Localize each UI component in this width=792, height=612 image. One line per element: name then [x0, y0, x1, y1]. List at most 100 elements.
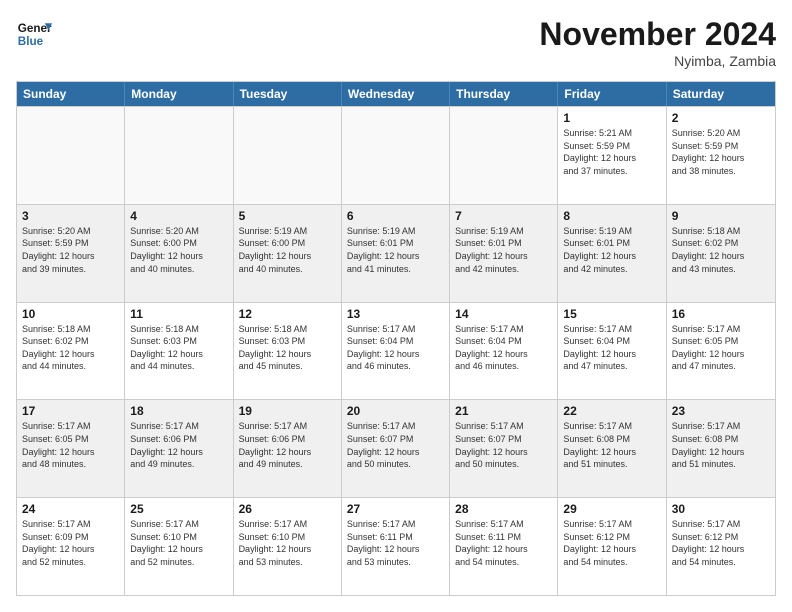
- day-info: Sunrise: 5:17 AM Sunset: 6:12 PM Dayligh…: [672, 518, 770, 568]
- day-info: Sunrise: 5:17 AM Sunset: 6:11 PM Dayligh…: [347, 518, 444, 568]
- day-number: 3: [22, 209, 119, 223]
- calendar-row-2: 10Sunrise: 5:18 AM Sunset: 6:02 PM Dayli…: [17, 302, 775, 400]
- day-number: 9: [672, 209, 770, 223]
- day-number: 17: [22, 404, 119, 418]
- calendar-cell-r4-c4: 28 Sunrise: 5:17 AM Sunset: 6:11 PM Dayli…: [450, 498, 558, 595]
- day-info: Sunrise: 5:18 AM Sunset: 6:02 PM Dayligh…: [22, 323, 119, 373]
- calendar-cell-r2-c1: 11Sunrise: 5:18 AM Sunset: 6:03 PM Dayli…: [125, 303, 233, 400]
- logo-icon: General Blue: [16, 16, 52, 52]
- calendar-cell-r0-c2: [234, 107, 342, 204]
- calendar-cell-r2-c0: 10Sunrise: 5:18 AM Sunset: 6:02 PM Dayli…: [17, 303, 125, 400]
- calendar-cell-r2-c6: 16 Sunrise: 5:17 AM Sunset: 6:05 PM Dayli…: [667, 303, 775, 400]
- day-number: 14: [455, 307, 552, 321]
- day-info: Sunrise: 5:19 AM Sunset: 6:01 PM Dayligh…: [347, 225, 444, 275]
- calendar-cell-r4-c6: 30 Sunrise: 5:17 AM Sunset: 6:12 PM Dayli…: [667, 498, 775, 595]
- header-thursday: Thursday: [450, 82, 558, 106]
- day-number: 22: [563, 404, 660, 418]
- calendar: Sunday Monday Tuesday Wednesday Thursday…: [16, 81, 776, 596]
- calendar-cell-r0-c6: 2 Sunrise: 5:20 AM Sunset: 5:59 PM Daylig…: [667, 107, 775, 204]
- month-title: November 2024: [539, 16, 776, 53]
- day-info: Sunrise: 5:17 AM Sunset: 6:12 PM Dayligh…: [563, 518, 660, 568]
- calendar-cell-r2-c2: 12 Sunrise: 5:18 AM Sunset: 6:03 PM Dayli…: [234, 303, 342, 400]
- header-sunday: Sunday: [17, 82, 125, 106]
- day-info: Sunrise: 5:17 AM Sunset: 6:04 PM Dayligh…: [455, 323, 552, 373]
- day-number: 23: [672, 404, 770, 418]
- day-info: Sunrise: 5:19 AM Sunset: 6:01 PM Dayligh…: [455, 225, 552, 275]
- logo: General Blue: [16, 16, 52, 52]
- header-saturday: Saturday: [667, 82, 775, 106]
- calendar-row-0: 1Sunrise: 5:21 AM Sunset: 5:59 PM Daylig…: [17, 106, 775, 204]
- calendar-cell-r1-c1: 4 Sunrise: 5:20 AM Sunset: 6:00 PM Daylig…: [125, 205, 233, 302]
- calendar-cell-r4-c2: 26 Sunrise: 5:17 AM Sunset: 6:10 PM Dayli…: [234, 498, 342, 595]
- calendar-row-4: 24 Sunrise: 5:17 AM Sunset: 6:09 PM Dayli…: [17, 497, 775, 595]
- day-info: Sunrise: 5:17 AM Sunset: 6:05 PM Dayligh…: [22, 420, 119, 470]
- day-number: 19: [239, 404, 336, 418]
- day-info: Sunrise: 5:17 AM Sunset: 6:10 PM Dayligh…: [239, 518, 336, 568]
- day-info: Sunrise: 5:17 AM Sunset: 6:07 PM Dayligh…: [347, 420, 444, 470]
- day-number: 16: [672, 307, 770, 321]
- calendar-cell-r3-c3: 20 Sunrise: 5:17 AM Sunset: 6:07 PM Dayli…: [342, 400, 450, 497]
- day-info: Sunrise: 5:17 AM Sunset: 6:04 PM Dayligh…: [563, 323, 660, 373]
- header-friday: Friday: [558, 82, 666, 106]
- calendar-cell-r1-c5: 8 Sunrise: 5:19 AM Sunset: 6:01 PM Daylig…: [558, 205, 666, 302]
- day-number: 4: [130, 209, 227, 223]
- day-info: Sunrise: 5:20 AM Sunset: 5:59 PM Dayligh…: [672, 127, 770, 177]
- calendar-cell-r2-c3: 13Sunrise: 5:17 AM Sunset: 6:04 PM Dayli…: [342, 303, 450, 400]
- day-number: 30: [672, 502, 770, 516]
- day-number: 21: [455, 404, 552, 418]
- day-number: 26: [239, 502, 336, 516]
- day-info: Sunrise: 5:17 AM Sunset: 6:09 PM Dayligh…: [22, 518, 119, 568]
- day-info: Sunrise: 5:17 AM Sunset: 6:04 PM Dayligh…: [347, 323, 444, 373]
- day-info: Sunrise: 5:20 AM Sunset: 6:00 PM Dayligh…: [130, 225, 227, 275]
- day-info: Sunrise: 5:17 AM Sunset: 6:08 PM Dayligh…: [672, 420, 770, 470]
- calendar-body: 1Sunrise: 5:21 AM Sunset: 5:59 PM Daylig…: [17, 106, 775, 595]
- calendar-cell-r0-c0: [17, 107, 125, 204]
- calendar-cell-r0-c1: [125, 107, 233, 204]
- calendar-cell-r1-c6: 9Sunrise: 5:18 AM Sunset: 6:02 PM Daylig…: [667, 205, 775, 302]
- day-number: 12: [239, 307, 336, 321]
- day-number: 7: [455, 209, 552, 223]
- calendar-cell-r3-c2: 19 Sunrise: 5:17 AM Sunset: 6:06 PM Dayli…: [234, 400, 342, 497]
- calendar-cell-r0-c5: 1Sunrise: 5:21 AM Sunset: 5:59 PM Daylig…: [558, 107, 666, 204]
- header-monday: Monday: [125, 82, 233, 106]
- day-info: Sunrise: 5:17 AM Sunset: 6:05 PM Dayligh…: [672, 323, 770, 373]
- day-number: 28: [455, 502, 552, 516]
- calendar-row-1: 3 Sunrise: 5:20 AM Sunset: 5:59 PM Daylig…: [17, 204, 775, 302]
- calendar-cell-r3-c4: 21 Sunrise: 5:17 AM Sunset: 6:07 PM Dayli…: [450, 400, 558, 497]
- day-info: Sunrise: 5:20 AM Sunset: 5:59 PM Dayligh…: [22, 225, 119, 275]
- day-number: 11: [130, 307, 227, 321]
- calendar-cell-r1-c2: 5Sunrise: 5:19 AM Sunset: 6:00 PM Daylig…: [234, 205, 342, 302]
- day-info: Sunrise: 5:17 AM Sunset: 6:10 PM Dayligh…: [130, 518, 227, 568]
- calendar-cell-r1-c3: 6Sunrise: 5:19 AM Sunset: 6:01 PM Daylig…: [342, 205, 450, 302]
- calendar-cell-r4-c5: 29 Sunrise: 5:17 AM Sunset: 6:12 PM Dayli…: [558, 498, 666, 595]
- day-number: 2: [672, 111, 770, 125]
- day-info: Sunrise: 5:17 AM Sunset: 6:08 PM Dayligh…: [563, 420, 660, 470]
- day-info: Sunrise: 5:17 AM Sunset: 6:11 PM Dayligh…: [455, 518, 552, 568]
- day-info: Sunrise: 5:17 AM Sunset: 6:06 PM Dayligh…: [130, 420, 227, 470]
- calendar-cell-r2-c4: 14 Sunrise: 5:17 AM Sunset: 6:04 PM Dayli…: [450, 303, 558, 400]
- calendar-cell-r3-c5: 22 Sunrise: 5:17 AM Sunset: 6:08 PM Dayli…: [558, 400, 666, 497]
- calendar-cell-r2-c5: 15 Sunrise: 5:17 AM Sunset: 6:04 PM Dayli…: [558, 303, 666, 400]
- calendar-cell-r3-c0: 17 Sunrise: 5:17 AM Sunset: 6:05 PM Dayli…: [17, 400, 125, 497]
- calendar-cell-r3-c6: 23 Sunrise: 5:17 AM Sunset: 6:08 PM Dayli…: [667, 400, 775, 497]
- title-block: November 2024 Nyimba, Zambia: [539, 16, 776, 69]
- day-number: 24: [22, 502, 119, 516]
- calendar-cell-r3-c1: 18Sunrise: 5:17 AM Sunset: 6:06 PM Dayli…: [125, 400, 233, 497]
- day-number: 20: [347, 404, 444, 418]
- header-tuesday: Tuesday: [234, 82, 342, 106]
- day-number: 29: [563, 502, 660, 516]
- day-number: 8: [563, 209, 660, 223]
- day-info: Sunrise: 5:17 AM Sunset: 6:06 PM Dayligh…: [239, 420, 336, 470]
- day-info: Sunrise: 5:17 AM Sunset: 6:07 PM Dayligh…: [455, 420, 552, 470]
- calendar-cell-r0-c4: [450, 107, 558, 204]
- day-number: 15: [563, 307, 660, 321]
- header-wednesday: Wednesday: [342, 82, 450, 106]
- calendar-cell-r4-c0: 24 Sunrise: 5:17 AM Sunset: 6:09 PM Dayli…: [17, 498, 125, 595]
- header: General Blue November 2024 Nyimba, Zambi…: [16, 16, 776, 69]
- day-number: 5: [239, 209, 336, 223]
- day-info: Sunrise: 5:18 AM Sunset: 6:03 PM Dayligh…: [239, 323, 336, 373]
- day-info: Sunrise: 5:19 AM Sunset: 6:01 PM Dayligh…: [563, 225, 660, 275]
- calendar-row-3: 17 Sunrise: 5:17 AM Sunset: 6:05 PM Dayli…: [17, 399, 775, 497]
- day-number: 1: [563, 111, 660, 125]
- day-number: 27: [347, 502, 444, 516]
